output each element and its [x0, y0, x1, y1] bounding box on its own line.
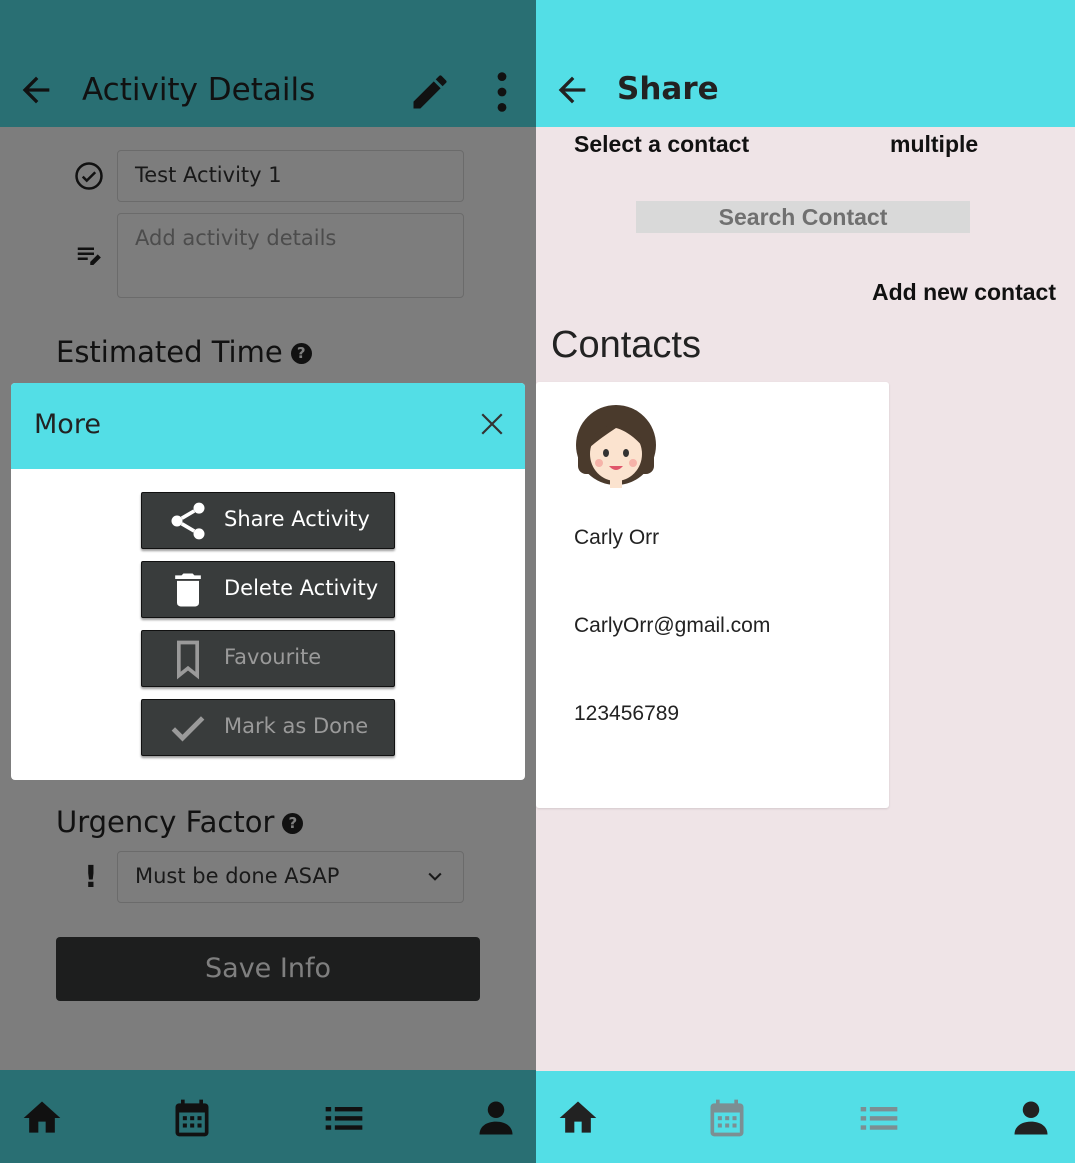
calendar-icon[interactable]	[705, 1096, 749, 1140]
delete-activity-label: Delete Activity	[224, 576, 379, 600]
person-icon[interactable]	[1009, 1096, 1053, 1140]
favourite-label: Favourite	[224, 645, 322, 669]
avatar	[576, 405, 656, 488]
dialog-header: More	[11, 383, 525, 469]
contacts-heading: Contacts	[551, 324, 701, 366]
back-arrow-icon[interactable]	[552, 70, 592, 110]
favourite-button[interactable]: Favourite	[141, 630, 395, 687]
close-icon[interactable]	[479, 411, 505, 437]
multiple-toggle[interactable]: multiple	[890, 131, 978, 158]
contact-phone: 123456789	[574, 702, 680, 725]
contact-card[interactable]: Carly Orr CarlyOrr@gmail.com 123456789	[536, 382, 889, 808]
mark-as-done-label: Mark as Done	[224, 714, 369, 738]
add-new-contact-button[interactable]: Add new contact	[872, 279, 1056, 306]
activity-details-screen: Activity Details Test Activity 1 Add act…	[0, 0, 536, 1163]
share-activity-button[interactable]: Share Activity	[141, 492, 395, 549]
trash-icon	[175, 573, 201, 607]
bottom-nav	[536, 1071, 1075, 1163]
app-bar: Share	[536, 0, 1075, 127]
share-screen: Share Select a contact multiple Search C…	[536, 0, 1075, 1163]
check-icon	[171, 716, 205, 742]
search-contact-input[interactable]: Search Contact	[636, 201, 970, 233]
mark-as-done-button[interactable]: Mark as Done	[141, 699, 395, 756]
home-icon[interactable]	[556, 1096, 600, 1140]
more-dialog: More Share Activity Delete Activity Favo…	[11, 383, 525, 780]
contact-name: Carly Orr	[574, 526, 660, 549]
list-icon[interactable]	[857, 1096, 901, 1140]
share-activity-label: Share Activity	[224, 507, 370, 531]
contact-email: CarlyOrr@gmail.com	[574, 614, 771, 637]
dialog-title: More	[34, 409, 101, 440]
bookmark-icon	[177, 640, 199, 680]
share-icon	[171, 502, 205, 540]
select-contact-label: Select a contact	[574, 131, 750, 157]
page-title: Share	[617, 71, 719, 107]
delete-activity-button[interactable]: Delete Activity	[141, 561, 395, 618]
